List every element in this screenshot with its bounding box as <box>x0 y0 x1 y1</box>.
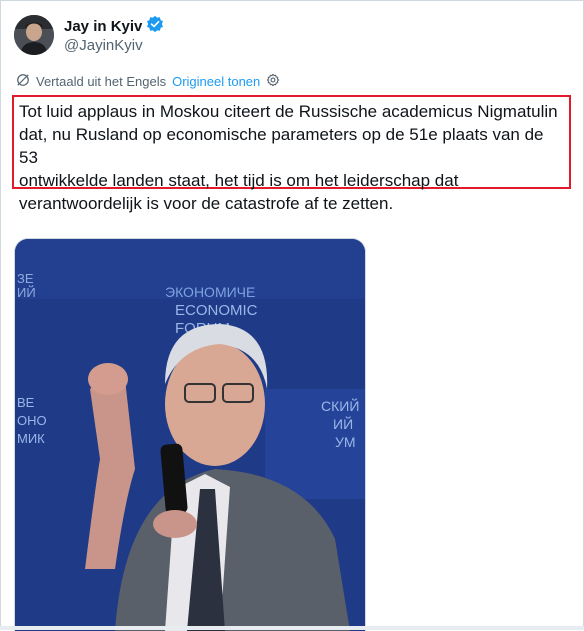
backdrop-text: УМ <box>335 434 356 450</box>
backdrop-text: СКИЙ <box>321 397 359 414</box>
translate-icon <box>16 73 30 90</box>
backdrop-text: ИЙ <box>333 415 353 432</box>
backdrop-text: ОНО <box>17 413 47 428</box>
author-display-name[interactable]: Jay in Kyiv <box>64 18 142 35</box>
raised-fist <box>88 363 128 395</box>
backdrop-text: ECONOMIC <box>175 302 258 319</box>
translation-notice-text: Vertaald uit het Engels <box>36 74 167 89</box>
avatar[interactable] <box>14 15 54 55</box>
video-media[interactable]: ЭКОНОМИЧЕ ECONOMIC FORUM ЗЕ ИЙ СКИЙ ИЙ У… <box>14 238 366 631</box>
backdrop-text: МИК <box>17 431 45 446</box>
tweet-text-line: Tot luid applaus in Moskou citeert de Ru… <box>19 102 558 121</box>
tweet-text-line: ontwikkelde landen staat, het tijd is om… <box>19 171 459 190</box>
backdrop-text: ЗЕ <box>17 271 34 286</box>
verified-badge-icon <box>146 15 164 38</box>
gear-icon[interactable] <box>266 73 280 90</box>
hand-holding-mic <box>153 510 197 538</box>
show-original-link[interactable]: Origineel tonen <box>172 74 260 89</box>
author-row: Jay in Kyiv <box>64 15 164 38</box>
tweet-text-line: dat, nu Rusland op economische parameter… <box>19 125 544 167</box>
backdrop-text: ВЕ <box>17 395 35 410</box>
backdrop-text: ЭКОНОМИЧЕ <box>165 284 255 300</box>
video-frame: ЭКОНОМИЧЕ ECONOMIC FORUM ЗЕ ИЙ СКИЙ ИЙ У… <box>15 239 365 631</box>
tweet-text-line: verantwoordelijk is voor de catastrofe a… <box>19 194 394 213</box>
page-bottom-edge <box>0 626 584 630</box>
backdrop-text: ИЙ <box>17 285 36 300</box>
author-handle[interactable]: @JayinKyiv <box>64 37 143 54</box>
tweet-text-highlighted: Tot luid applaus in Moskou citeert de Ru… <box>12 95 571 213</box>
translation-notice: Vertaald uit het Engels Origineel tonen <box>16 73 280 90</box>
